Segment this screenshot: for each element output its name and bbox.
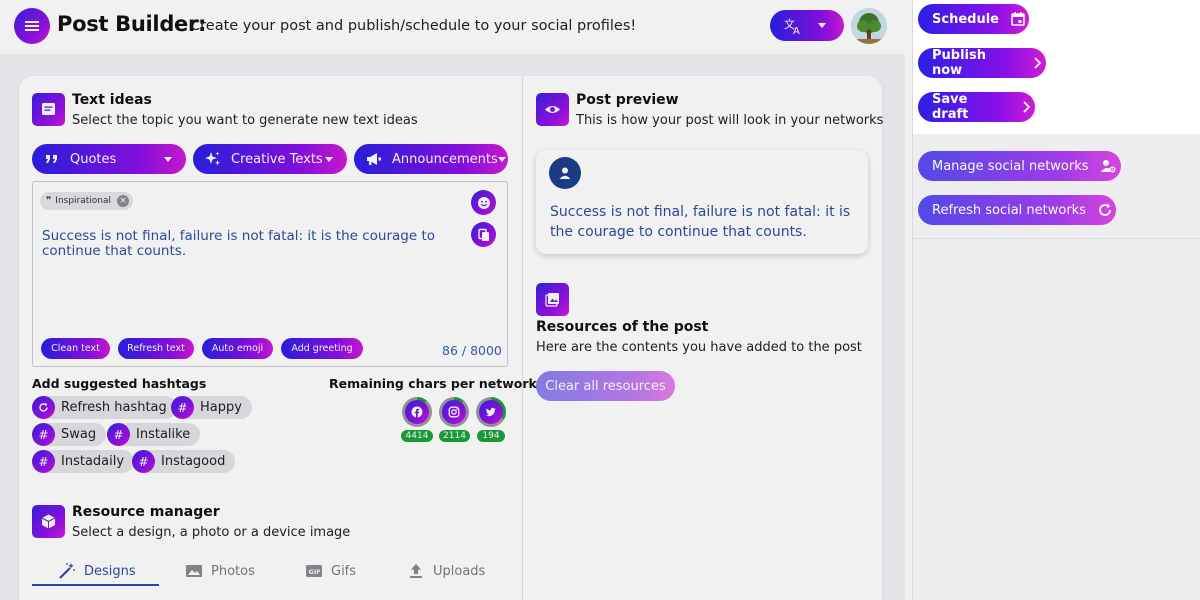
chevron-right-icon [1028,54,1046,72]
refresh-icon [1096,201,1114,219]
save-draft-label: Save draft [932,92,969,122]
calendar-icon [1009,10,1027,28]
dim-overlay [0,0,912,600]
manage-networks-label: Manage social networks [932,158,1089,174]
schedule-label: Schedule [932,11,999,27]
save-draft-button[interactable]: Save draft [918,92,1035,122]
user-settings-icon [1099,157,1117,175]
actions-divider [912,238,1200,239]
refresh-networks-button[interactable]: Refresh social networks [918,195,1116,225]
schedule-button[interactable]: Schedule [918,4,1029,34]
publish-now-button[interactable]: Publish now [918,48,1046,78]
refresh-networks-label: Refresh social networks [932,202,1086,218]
publish-now-label: Publish now [932,48,986,78]
manage-networks-button[interactable]: Manage social networks [918,151,1121,181]
chevron-right-icon [1017,98,1035,116]
actions-panel-border [912,0,913,600]
